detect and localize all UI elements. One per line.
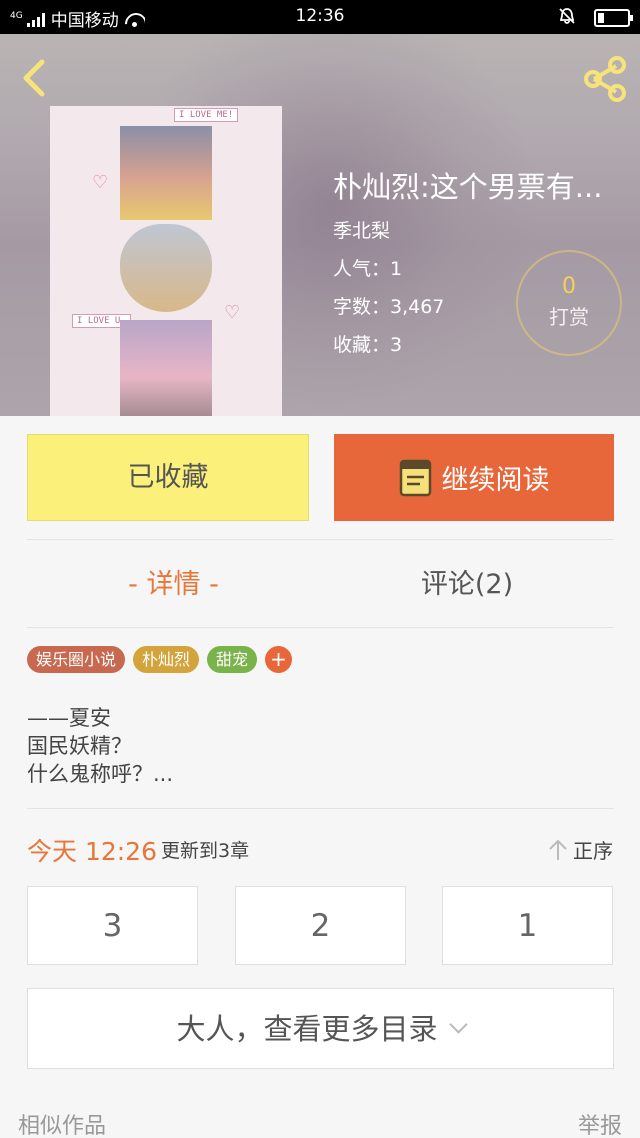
update-text: 更新到3章 — [161, 840, 250, 862]
word-count-stat: 字数：3,467 — [333, 296, 445, 318]
author-name[interactable]: 季北梨 — [333, 216, 390, 243]
chevron-left-icon — [23, 59, 45, 97]
update-time: 今天 12:26 — [27, 837, 157, 866]
continue-reading-label: 继续阅读 — [441, 465, 550, 496]
sort-order-label: 正序 — [573, 839, 613, 863]
chapter-button[interactable]: 3 — [27, 886, 198, 965]
reward-count: 0 — [562, 274, 576, 299]
back-button[interactable] — [14, 56, 58, 100]
book-cover[interactable]: I LOVE ME! ♡ ♡ I LOVE U. — [50, 106, 282, 416]
tag-chip[interactable]: 朴灿烈 — [133, 646, 200, 673]
book-title: 朴灿烈:这个男票有... — [333, 170, 603, 204]
tag-chip[interactable]: 娱乐圈小说 — [27, 646, 126, 673]
book-header: I LOVE ME! ♡ ♡ I LOVE U. 朴灿烈:这个男票有... 季北… — [0, 34, 640, 416]
chapter-button[interactable]: 2 — [235, 886, 406, 965]
battery-icon — [594, 9, 633, 27]
tag-chip[interactable]: 甜宠 — [207, 646, 258, 673]
sort-order-toggle[interactable]: 正序 — [547, 835, 613, 864]
status-right — [558, 7, 633, 29]
divider — [27, 808, 614, 809]
divider — [27, 627, 614, 628]
cover-sticker-text: I LOVE ME! — [174, 108, 239, 122]
share-icon — [584, 56, 626, 102]
intro-line: 国民妖精？ — [27, 734, 132, 758]
report-link[interactable]: 举报 — [578, 1108, 622, 1138]
heart-icon: ♡ — [224, 302, 241, 323]
continue-reading-button[interactable]: 继续阅读 — [334, 434, 614, 521]
heart-icon: ♡ — [92, 172, 109, 193]
arrow-up-icon — [549, 839, 567, 860]
chevron-down-icon — [448, 1015, 468, 1034]
intro-line: ——夏安 — [27, 706, 111, 730]
intro-line: 什么鬼称呼？... — [27, 762, 174, 786]
tab-details[interactable]: - 详情 - — [27, 560, 320, 610]
status-time: 12:36 — [295, 6, 345, 26]
cover-photo — [120, 126, 212, 220]
collected-button[interactable]: 已收藏 — [27, 434, 309, 521]
add-tag-button[interactable]: + — [265, 646, 293, 673]
tag-list: 娱乐圈小说 朴灿烈 甜宠 + — [27, 646, 293, 673]
status-bar: 4G 中国移动 12:36 — [0, 0, 640, 34]
divider — [27, 539, 614, 540]
popularity-stat: 人气：1 — [333, 258, 403, 280]
cover-photo-heart — [120, 224, 212, 312]
favorites-stat: 收藏：3 — [333, 334, 403, 356]
book-intro[interactable]: ——夏安 国民妖精？ 什么鬼称呼？... — [27, 704, 173, 788]
similar-works-link[interactable]: 相似作品 — [18, 1108, 106, 1138]
more-catalog-button[interactable]: 大人，查看更多目录 — [27, 988, 614, 1069]
reward-button[interactable]: 0 打赏 — [516, 250, 622, 356]
bell-muted-icon — [558, 7, 576, 29]
cover-photo — [120, 320, 212, 416]
reward-label: 打赏 — [549, 305, 589, 329]
tab-comments[interactable]: 评论(2) — [320, 560, 614, 610]
share-button[interactable] — [580, 54, 630, 104]
book-icon — [399, 459, 431, 496]
more-catalog-label: 大人，查看更多目录 — [176, 1012, 438, 1046]
chapter-button[interactable]: 1 — [442, 886, 613, 965]
